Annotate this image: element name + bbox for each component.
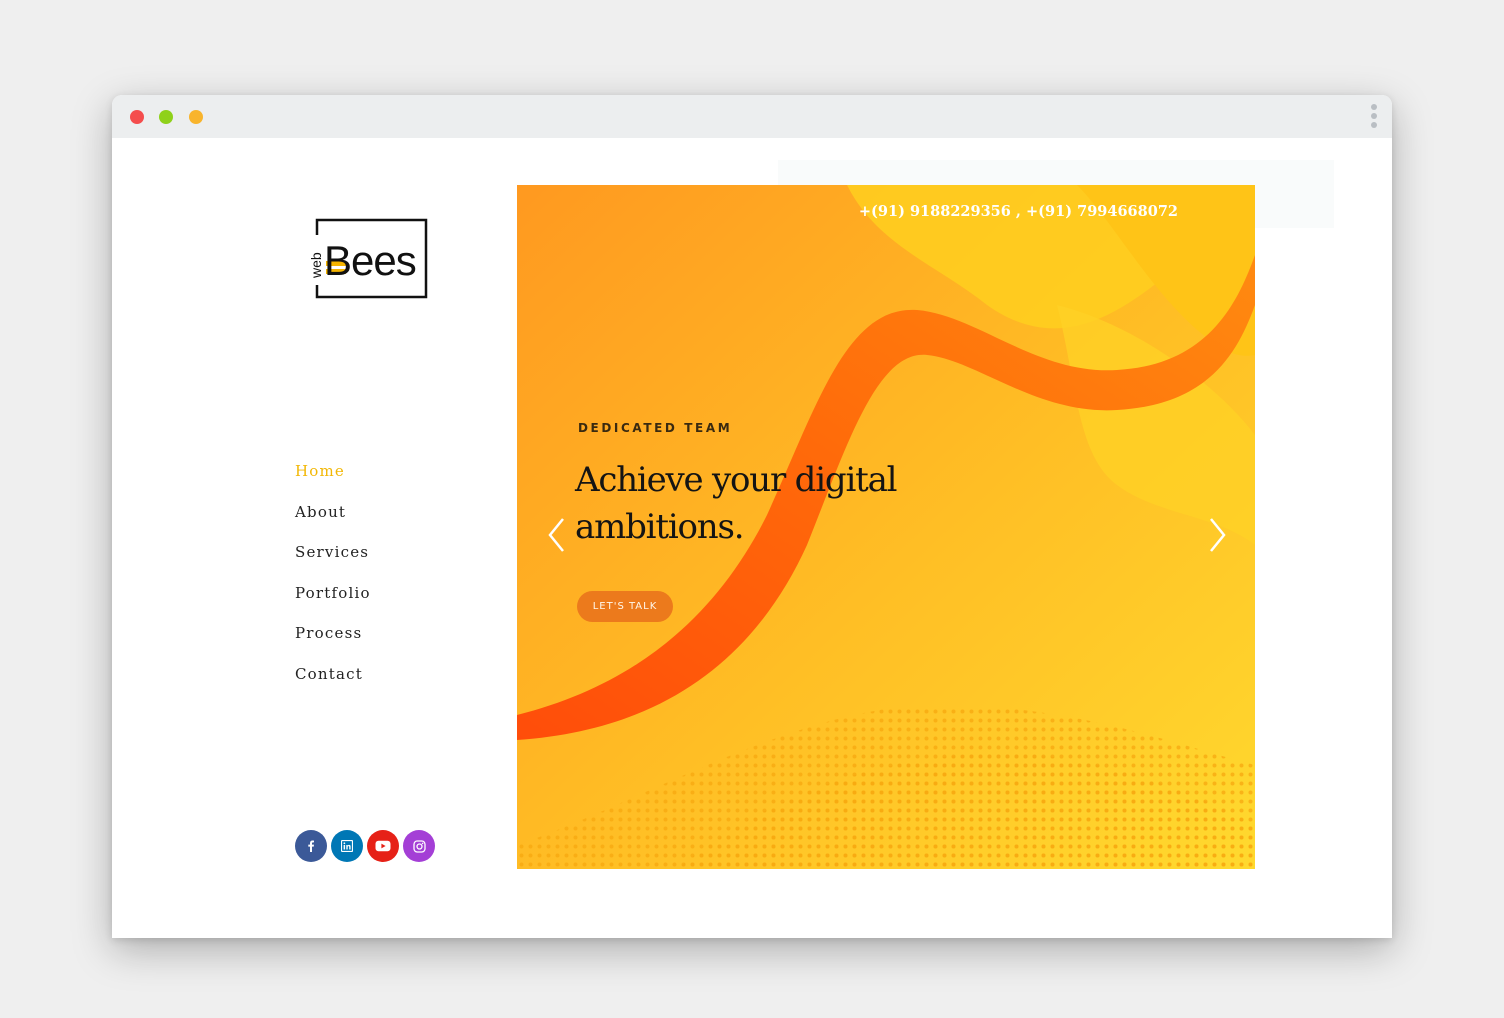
linkedin-icon[interactable] xyxy=(331,830,363,862)
hero-slider: +(91) 9188229356 , +(91) 7994668072 DEDI… xyxy=(517,185,1255,869)
nav-item-services[interactable]: Services xyxy=(295,541,371,582)
social-links xyxy=(295,830,435,862)
maximize-window-button[interactable] xyxy=(189,110,203,124)
browser-window: web Bees Home About Services Portfolio P… xyxy=(112,95,1392,938)
logo-small-text: web xyxy=(308,252,324,279)
site-logo[interactable]: web Bees xyxy=(307,218,429,300)
close-window-button[interactable] xyxy=(130,110,144,124)
nav-item-home[interactable]: Home xyxy=(295,460,371,501)
main-navigation: Home About Services Portfolio Process Co… xyxy=(295,460,371,704)
nav-item-process[interactable]: Process xyxy=(295,622,371,663)
facebook-icon[interactable] xyxy=(295,830,327,862)
contact-phone-numbers[interactable]: +(91) 9188229356 , +(91) 7994668072 xyxy=(859,203,1178,220)
minimize-window-button[interactable] xyxy=(159,110,173,124)
chevron-left-icon[interactable] xyxy=(545,517,569,553)
kebab-menu-icon[interactable] xyxy=(1367,104,1381,130)
hero-headline: Achieve your digital ambitions. xyxy=(575,460,898,547)
lets-talk-button[interactable]: LET'S TALK xyxy=(577,591,673,622)
instagram-icon[interactable] xyxy=(403,830,435,862)
chevron-right-icon[interactable] xyxy=(1205,517,1229,553)
nav-item-portfolio[interactable]: Portfolio xyxy=(295,582,371,623)
browser-titlebar xyxy=(112,95,1392,138)
page-content: web Bees Home About Services Portfolio P… xyxy=(112,138,1392,938)
nav-item-contact[interactable]: Contact xyxy=(295,663,371,704)
logo-main-text: Bees xyxy=(324,237,416,284)
youtube-icon[interactable] xyxy=(367,830,399,862)
hero-eyebrow: DEDICATED TEAM xyxy=(578,421,733,435)
nav-item-about[interactable]: About xyxy=(295,501,371,542)
